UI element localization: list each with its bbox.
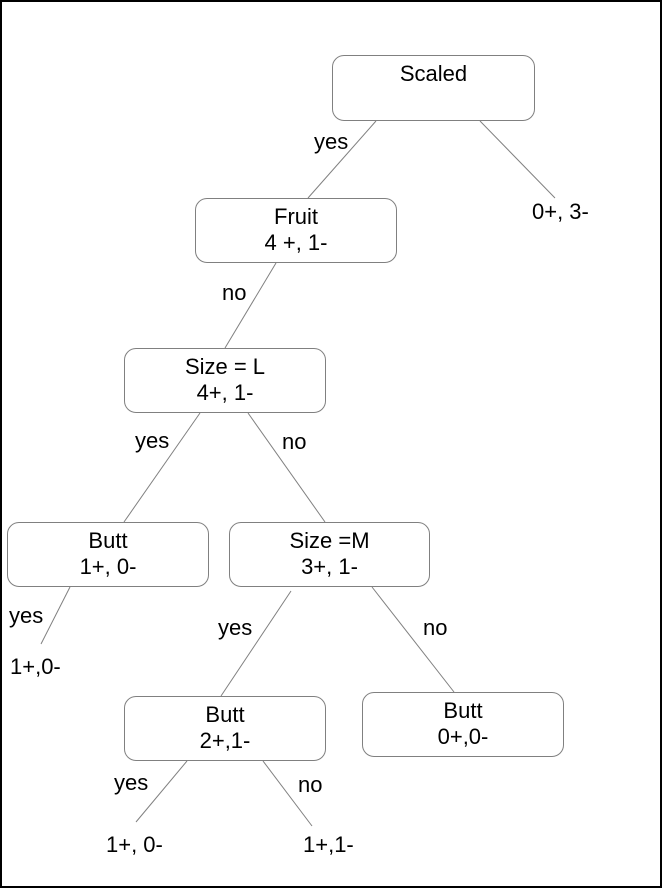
- node-scaled: Scaled: [332, 55, 535, 121]
- edge-label-root-fruit: yes: [314, 129, 349, 154]
- node-title: Butt: [88, 528, 128, 553]
- leaf-butt-a-yes: 1+,0-: [10, 654, 61, 679]
- edge-label-butt-b-leaf-yes: yes: [114, 770, 149, 795]
- leaf-butt-b-no: 1+,1-: [303, 832, 354, 857]
- edge-label-butt-b-leaf-no: no: [298, 772, 323, 797]
- edge-label-size-m-butt-c: no: [423, 615, 448, 640]
- leaf-butt-b-yes: 1+, 0-: [106, 832, 163, 857]
- node-counts: 1+, 0-: [79, 554, 137, 579]
- node-fruit: Fruit 4 +, 1-: [195, 198, 397, 263]
- node-title: Fruit: [274, 204, 318, 229]
- node-title: Butt: [443, 698, 483, 723]
- edge-root-leaf: [479, 120, 556, 199]
- decision-tree-diagram: Scaled Fruit 4 +, 1- Size = L 4+, 1- But…: [0, 0, 662, 888]
- node-counts: 2+,1-: [199, 728, 251, 753]
- node-size-m: Size =M 3+, 1-: [229, 522, 430, 587]
- edge-butt-a-leaf: [40, 586, 71, 645]
- node-size-l: Size = L 4+, 1-: [124, 348, 326, 413]
- node-counts: 3+, 1-: [301, 554, 358, 579]
- node-title: Size = L: [184, 354, 266, 379]
- edge-label-fruit-size-l: no: [222, 280, 247, 305]
- node-counts: 0+,0-: [437, 724, 489, 749]
- node-counts: 4+, 1-: [196, 380, 254, 405]
- edge-size-m-butt-b: [220, 590, 292, 697]
- node-butt-b: Butt 2+,1-: [124, 696, 326, 761]
- edge-label-size-l-size-m: no: [282, 429, 307, 454]
- leaf-root-no: 0+, 3-: [532, 199, 589, 224]
- edge-label-size-l-butt-a: yes: [135, 428, 170, 453]
- node-butt-a: Butt 1+, 0-: [7, 522, 209, 587]
- edge-label-size-m-butt-b: yes: [218, 615, 253, 640]
- node-title: Scaled: [399, 61, 468, 86]
- node-title: Butt: [205, 702, 245, 727]
- node-butt-c: Butt 0+,0-: [362, 692, 564, 757]
- edge-label-butt-a-leaf: yes: [9, 603, 44, 628]
- node-title: Size =M: [289, 528, 370, 553]
- node-counts: 4 +, 1-: [264, 230, 328, 255]
